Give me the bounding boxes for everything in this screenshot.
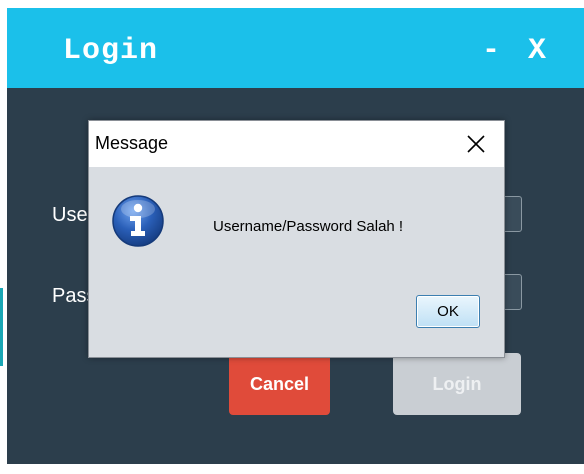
window-title: Login <box>63 34 159 68</box>
login-titlebar[interactable]: Login - X <box>7 8 584 88</box>
background-window-edge <box>0 288 3 366</box>
screen: Login - X Username Password Cancel Login… <box>0 0 584 474</box>
close-icon[interactable] <box>465 133 487 155</box>
message-dialog: Message Username/Password Salah ! OK <box>88 120 505 358</box>
cancel-button[interactable]: Cancel <box>229 353 330 415</box>
ok-button[interactable]: OK <box>416 295 480 328</box>
login-button[interactable]: Login <box>393 353 521 415</box>
minimize-button[interactable]: - <box>482 34 500 68</box>
dialog-titlebar[interactable]: Message <box>89 121 504 167</box>
dialog-message: Username/Password Salah ! <box>213 218 404 235</box>
dialog-title: Message <box>95 133 169 153</box>
information-icon <box>111 194 165 248</box>
close-button[interactable]: X <box>528 34 546 68</box>
